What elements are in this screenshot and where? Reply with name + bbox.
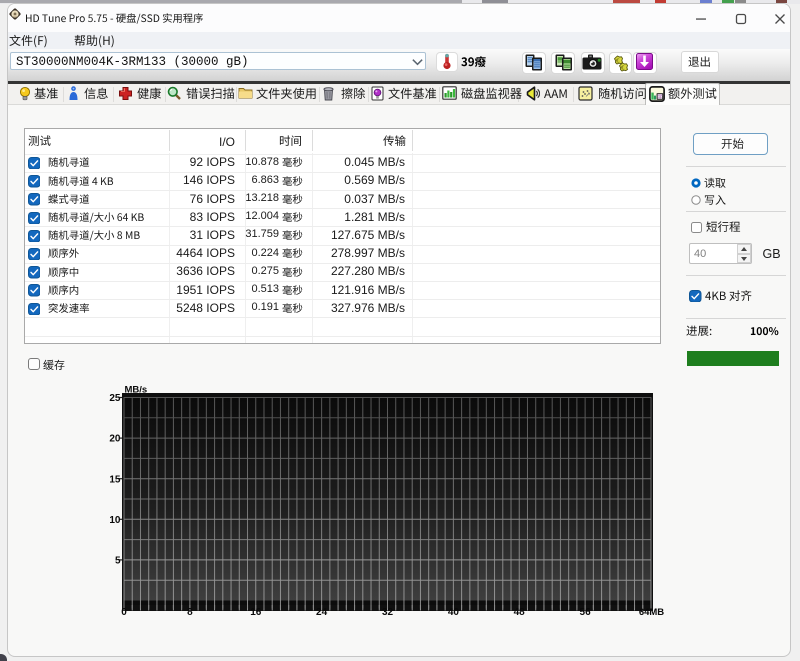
svg-text:32: 32 bbox=[382, 607, 394, 618]
svg-text:MB/s: MB/s bbox=[125, 384, 148, 395]
svg-text:0: 0 bbox=[121, 607, 127, 618]
svg-text:5: 5 bbox=[115, 556, 121, 567]
svg-text:10: 10 bbox=[109, 515, 121, 526]
svg-text:56: 56 bbox=[580, 607, 592, 618]
svg-text:16: 16 bbox=[250, 607, 262, 618]
svg-text:25: 25 bbox=[109, 393, 121, 404]
svg-text:40: 40 bbox=[448, 607, 460, 618]
svg-text:64MB: 64MB bbox=[639, 607, 664, 618]
svg-text:8: 8 bbox=[187, 607, 193, 618]
svg-text:15: 15 bbox=[109, 474, 121, 485]
svg-text:48: 48 bbox=[514, 607, 526, 618]
svg-text:20: 20 bbox=[109, 434, 121, 445]
svg-text:24: 24 bbox=[316, 607, 328, 618]
